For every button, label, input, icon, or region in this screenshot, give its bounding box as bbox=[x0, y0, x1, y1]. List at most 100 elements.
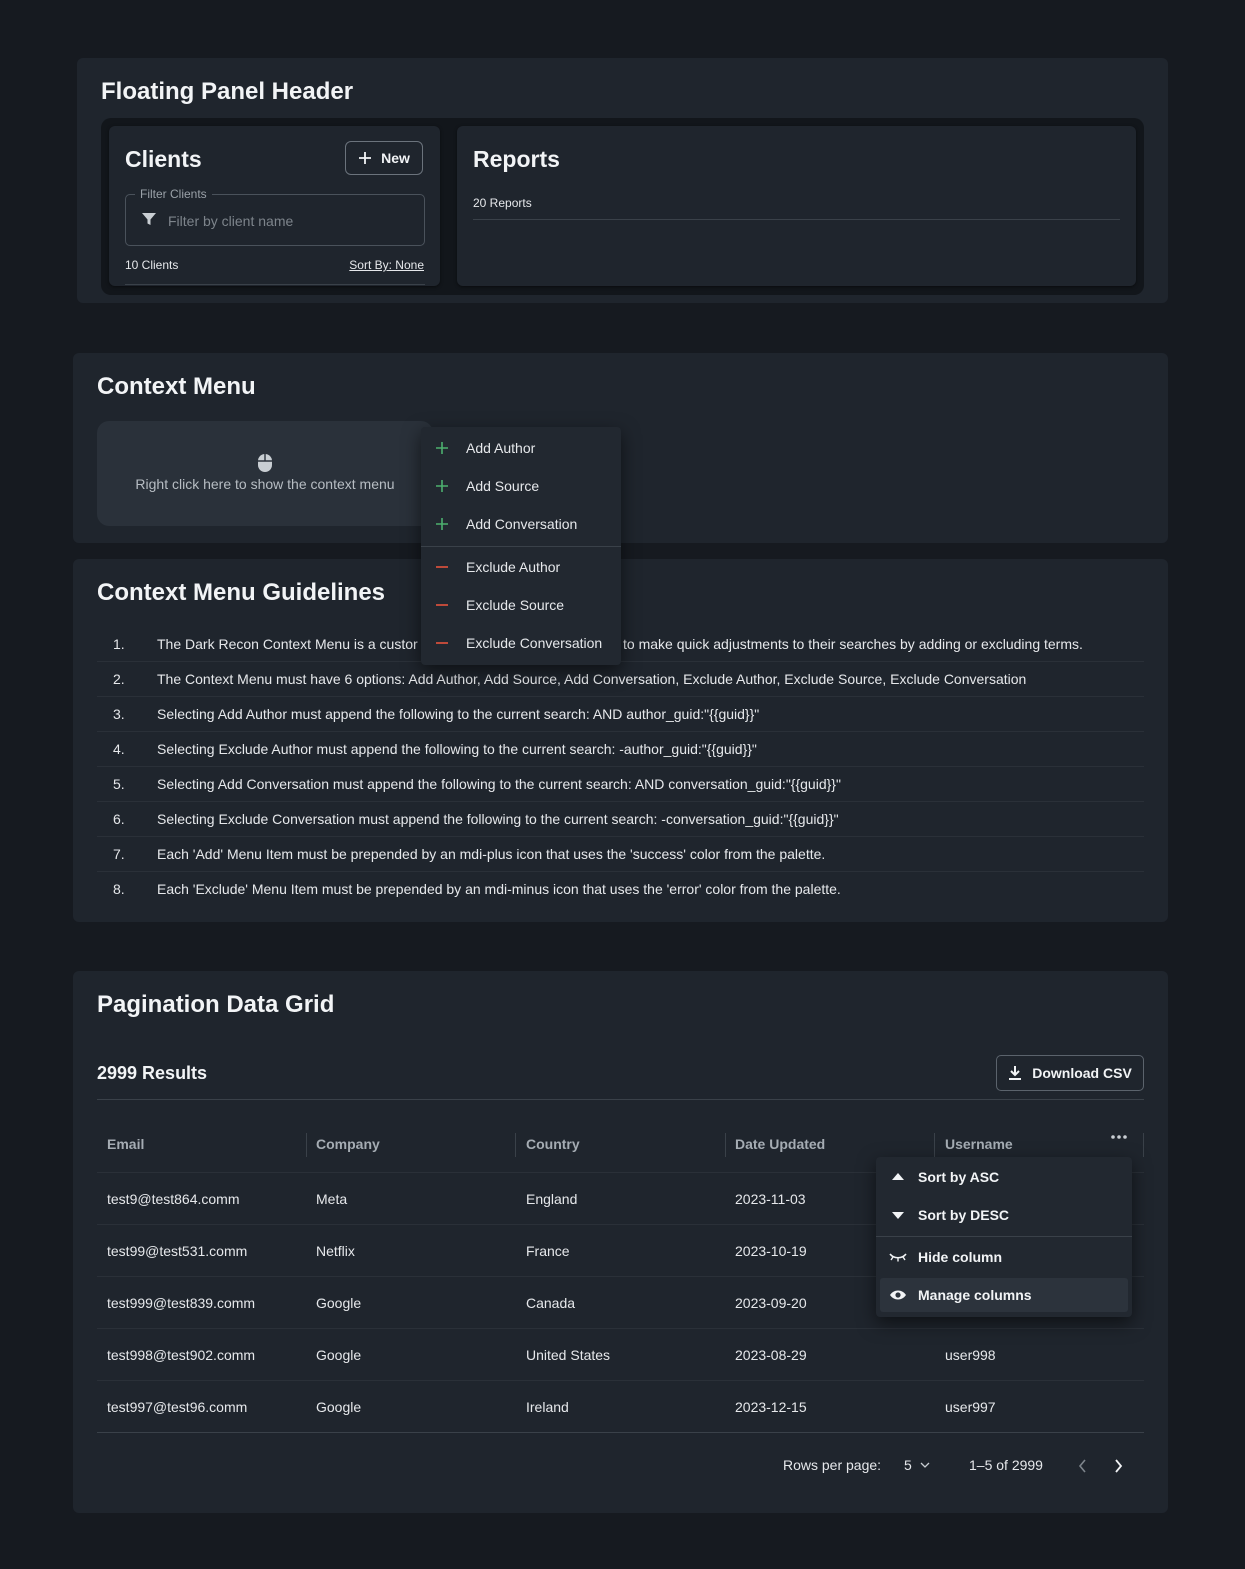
rows-per-page-value: 5 bbox=[904, 1457, 912, 1473]
filter-clients-field[interactable]: Filter Clients bbox=[125, 187, 425, 246]
more-horizontal-icon[interactable] bbox=[1110, 1134, 1128, 1140]
column-menu-sort-desc[interactable]: Sort by DESC bbox=[880, 1198, 1128, 1232]
guideline-item: 3. Selecting Add Author must append the … bbox=[97, 696, 1144, 732]
menu-item-exclude-author[interactable]: Exclude Author bbox=[421, 548, 621, 586]
plus-icon bbox=[359, 152, 372, 164]
column-separator[interactable] bbox=[515, 1133, 516, 1157]
guideline-text: Each 'Exclude' Menu Item must be prepend… bbox=[157, 881, 841, 897]
cell-company: Meta bbox=[316, 1191, 348, 1207]
reports-title: Reports bbox=[473, 146, 560, 172]
column-header-date-updated[interactable]: Date Updated bbox=[735, 1136, 825, 1152]
guideline-text: Selecting Add Conversation must append t… bbox=[157, 776, 841, 792]
column-menu-hide-column[interactable]: Hide column bbox=[880, 1240, 1128, 1274]
minus-icon bbox=[436, 566, 448, 568]
column-header-username[interactable]: Username bbox=[945, 1136, 1013, 1152]
sort-desc-icon bbox=[892, 1210, 904, 1219]
guideline-number: 4. bbox=[113, 741, 125, 757]
cell-company: Google bbox=[316, 1295, 362, 1311]
column-menu-label: Manage columns bbox=[918, 1287, 1032, 1303]
filter-clients-label: Filter Clients bbox=[135, 187, 212, 201]
chevron-down-icon bbox=[920, 1462, 930, 1468]
cell-username: user997 bbox=[945, 1399, 996, 1415]
chevron-right-icon[interactable] bbox=[1113, 1459, 1123, 1473]
new-client-button[interactable]: New bbox=[345, 141, 423, 175]
column-separator[interactable] bbox=[725, 1133, 726, 1157]
guideline-number: 5. bbox=[113, 776, 125, 792]
cell-country: United States bbox=[526, 1347, 611, 1363]
pagination-range: 1–5 of 2999 bbox=[969, 1457, 1043, 1473]
plus-icon bbox=[436, 480, 448, 492]
rows-per-page-select[interactable]: 5 bbox=[904, 1457, 930, 1473]
cell-country: Canada bbox=[526, 1295, 576, 1311]
cell-country: France bbox=[526, 1243, 570, 1259]
plus-icon bbox=[436, 518, 448, 530]
cell-country: England bbox=[526, 1191, 578, 1207]
menu-item-label: Add Author bbox=[466, 440, 536, 456]
clients-title: Clients bbox=[125, 146, 202, 172]
column-menu-label: Hide column bbox=[918, 1249, 1003, 1265]
menu-item-exclude-source[interactable]: Exclude Source bbox=[421, 586, 621, 624]
cell-date-updated: 2023-08-29 bbox=[735, 1347, 807, 1363]
guideline-text: Selecting Exclude Author must append the… bbox=[157, 741, 757, 757]
menu-item-add-source[interactable]: Add Source bbox=[421, 467, 621, 505]
guideline-item: 2. The Context Menu must have 6 options:… bbox=[97, 661, 1144, 697]
eye-icon bbox=[890, 1290, 906, 1300]
column-header-country[interactable]: Country bbox=[526, 1136, 580, 1152]
guideline-item: 5. Selecting Add Conversation must appen… bbox=[97, 766, 1144, 802]
menu-item-label: Exclude Author bbox=[466, 559, 561, 575]
right-click-area[interactable]: Right click here to show the context men… bbox=[97, 421, 433, 526]
guideline-item: 6. Selecting Exclude Conversation must a… bbox=[97, 801, 1144, 837]
sort-asc-icon bbox=[892, 1173, 904, 1182]
grid-bottom-border bbox=[97, 1432, 1144, 1433]
guideline-text: Selecting Add Author must append the fol… bbox=[157, 706, 760, 722]
table-row[interactable]: test997@test96.comm Google Ireland 2023-… bbox=[97, 1380, 1144, 1433]
floating-panel-body: Clients New Filter Clients 10 Clients So… bbox=[101, 118, 1144, 295]
cell-email: test997@test96.comm bbox=[107, 1399, 248, 1415]
download-csv-button[interactable]: Download CSV bbox=[996, 1055, 1144, 1091]
cell-email: test99@test531.comm bbox=[107, 1243, 248, 1259]
sort-by-link[interactable]: Sort By: None bbox=[349, 258, 424, 272]
guideline-number: 2. bbox=[113, 671, 125, 687]
guideline-item: 7. Each 'Add' Menu Item must be prepende… bbox=[97, 836, 1144, 872]
column-separator[interactable] bbox=[934, 1133, 935, 1157]
cell-company: Google bbox=[316, 1399, 362, 1415]
context-menu-title: Context Menu bbox=[97, 373, 256, 400]
menu-item-add-author[interactable]: Add Author bbox=[421, 429, 621, 467]
cell-company: Netflix bbox=[316, 1243, 355, 1259]
column-separator[interactable] bbox=[306, 1133, 307, 1157]
minus-icon bbox=[436, 642, 448, 644]
minus-icon bbox=[436, 604, 448, 606]
new-client-label: New bbox=[381, 150, 410, 166]
guideline-number: 8. bbox=[113, 881, 125, 897]
cell-date-updated: 2023-11-03 bbox=[735, 1191, 806, 1207]
menu-item-label: Exclude Source bbox=[466, 597, 565, 613]
guidelines-title: Context Menu Guidelines bbox=[97, 579, 386, 606]
column-menu-label: Sort by ASC bbox=[918, 1169, 1000, 1185]
chevron-left-icon[interactable] bbox=[1078, 1459, 1088, 1473]
filter-icon bbox=[142, 213, 156, 225]
cell-country: Ireland bbox=[526, 1399, 569, 1415]
column-menu-sort-asc[interactable]: Sort by ASC bbox=[880, 1160, 1128, 1194]
reports-divider bbox=[473, 219, 1120, 220]
clients-count: 10 Clients bbox=[125, 258, 179, 272]
cell-email: test999@test839.comm bbox=[107, 1295, 256, 1311]
menu-item-add-conversation[interactable]: Add Conversation bbox=[421, 505, 621, 543]
menu-item-exclude-conversation[interactable]: Exclude Conversation bbox=[421, 624, 621, 662]
column-menu-manage-columns[interactable]: Manage columns bbox=[880, 1278, 1128, 1312]
guideline-text: The Dark Recon Context Menu is a custor bbox=[157, 636, 418, 652]
reports-count: 20 Reports bbox=[473, 196, 532, 210]
guideline-text: The Context Menu must have 6 options: Ad… bbox=[157, 671, 1027, 687]
guideline-number: 3. bbox=[113, 706, 125, 722]
floating-panel: Floating Panel Header Clients New Filter… bbox=[77, 58, 1168, 303]
table-row[interactable]: test998@test902.comm Google United State… bbox=[97, 1328, 1144, 1381]
menu-item-label: Exclude Conversation bbox=[466, 635, 603, 651]
column-separator[interactable] bbox=[1143, 1133, 1144, 1157]
right-click-hint: Right click here to show the context men… bbox=[135, 476, 395, 492]
guideline-item: 4. Selecting Exclude Author must append … bbox=[97, 731, 1144, 767]
clients-divider bbox=[125, 284, 425, 285]
column-header-company[interactable]: Company bbox=[316, 1136, 380, 1152]
mouse-icon bbox=[258, 454, 272, 472]
floating-panel-title: Floating Panel Header bbox=[101, 78, 354, 105]
column-header-email[interactable]: Email bbox=[107, 1136, 144, 1152]
filter-clients-input[interactable] bbox=[166, 208, 410, 234]
